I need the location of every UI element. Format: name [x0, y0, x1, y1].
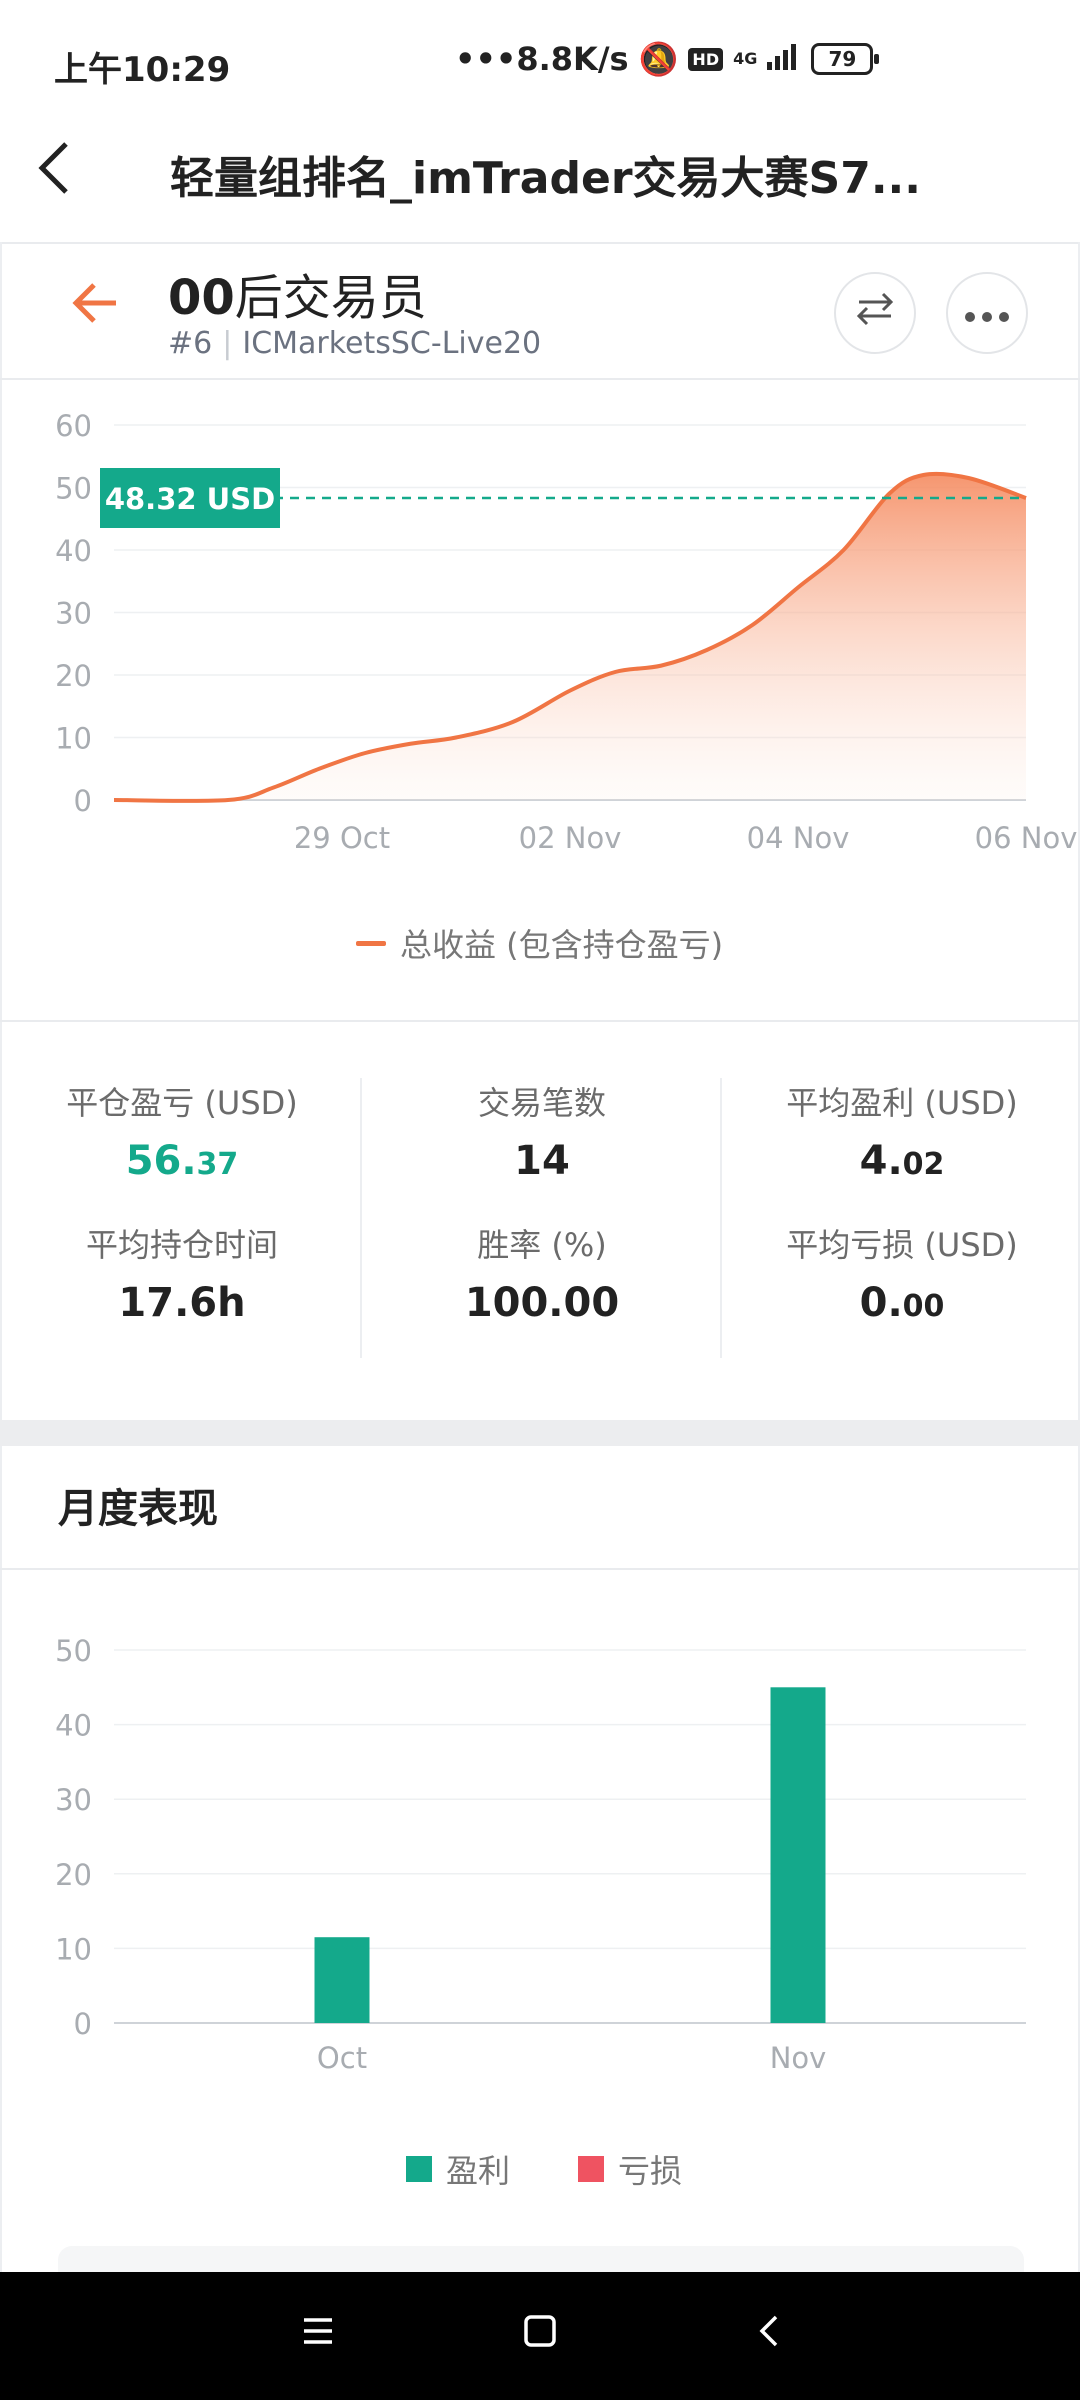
stat-label: 胜率 (%) — [477, 1226, 607, 1264]
stat-value: 14 — [514, 1138, 570, 1184]
y-tick-label: 0 — [74, 2007, 92, 2041]
section-separator — [0, 1420, 1080, 1446]
stat-value-dec: 00 — [902, 1289, 945, 1324]
swap-arrows-icon — [855, 291, 895, 336]
back-icon[interactable] — [34, 138, 94, 198]
stat-value-int: 0. — [859, 1280, 903, 1326]
x-tick-label: Oct — [317, 2041, 367, 2075]
column-divider — [360, 1078, 362, 1358]
y-tick-label: 50 — [55, 1634, 92, 1668]
stat-label: 交易笔数 — [477, 1084, 606, 1122]
y-tick-label: 10 — [55, 722, 92, 756]
switch-button[interactable] — [834, 272, 916, 354]
legend-profit-swatch — [406, 2156, 432, 2182]
home-icon[interactable] — [510, 2310, 570, 2364]
page-title: 轻量组排名_imTrader交易大赛S7... — [170, 153, 921, 204]
trader-rank: #6 — [168, 326, 213, 361]
profit-bar — [770, 1687, 826, 2023]
separator: | — [222, 326, 233, 361]
stat-label: 平均盈利 (USD) — [786, 1084, 1018, 1122]
trader-name: 00后交易员 — [168, 258, 427, 328]
x-tick-label: 06 Nov — [975, 821, 1078, 855]
signal-icon — [767, 40, 801, 78]
equity-chart-legend: 总收益 (包含持仓盈亏) — [356, 920, 723, 966]
legend-loss-swatch — [578, 2156, 605, 2182]
status-icons: •••8.8K/s 🔕 HD 4G 79 — [455, 40, 880, 78]
trader-rank-line: #6 | ICMarketsSC-Live20 — [168, 326, 541, 361]
y-tick-label: 40 — [55, 534, 92, 568]
stat-value-int: 4. — [859, 1138, 903, 1184]
stat-value-int: 56. — [125, 1138, 197, 1184]
stat-avg-loss: 平均亏损 (USD) 0.00 — [732, 1220, 1072, 1326]
monthly-section-title: 月度表现 — [58, 1486, 218, 1532]
stat-label: 平仓盈亏 (USD) — [66, 1084, 298, 1122]
stat-value: 17.6h — [118, 1280, 246, 1326]
divider — [0, 1568, 1080, 1570]
battery-icon: 79 — [811, 43, 880, 75]
more-button[interactable] — [946, 272, 1028, 354]
trader-name-suffix: 后交易员 — [234, 270, 427, 326]
profit-bar — [314, 1937, 370, 2023]
legend-line-icon — [356, 940, 386, 946]
y-tick-label: 20 — [55, 659, 92, 693]
y-tick-label: 30 — [55, 597, 92, 631]
divider — [0, 378, 1080, 380]
y-tick-label: 30 — [55, 1783, 92, 1817]
network-speed: •••8.8K/s — [455, 40, 629, 78]
signal-label: 4G — [733, 49, 758, 68]
monthly-chart: 0 10 20 30 40 50 Oct Nov — [55, 1634, 1026, 2075]
mute-icon: 🔕 — [638, 40, 679, 78]
y-tick-label: 60 — [55, 409, 92, 443]
nav-back-icon[interactable] — [740, 2310, 800, 2364]
stat-value-dec: 37 — [196, 1147, 239, 1182]
column-divider — [720, 1078, 722, 1358]
x-tick-label: 04 Nov — [747, 821, 850, 855]
menu-icon[interactable] — [288, 2310, 348, 2364]
stat-label: 平均亏损 (USD) — [786, 1226, 1018, 1264]
stat-closed-pnl: 平仓盈亏 (USD) 56.37 — [12, 1078, 352, 1184]
equity-chart: 0 10 20 30 40 50 60 29 Oct 02 Nov 04 Nov 06 Nov 48.… — [55, 409, 1078, 855]
status-bar: 上午10:29 •••8.8K/s 🔕 HD 4G 79 — [0, 0, 1080, 120]
trader-name-prefix: 00 — [168, 270, 235, 326]
stat-value: 0.00 — [732, 1280, 1072, 1326]
stat-value: 100.00 — [464, 1280, 620, 1326]
stat-avg-hold-time: 平均持仓时间 17.6h — [12, 1220, 352, 1326]
hd-icon: HD — [688, 47, 724, 71]
x-tick-label: Nov — [770, 2041, 827, 2075]
x-tick-label: 02 Nov — [519, 821, 622, 855]
stat-label: 平均持仓时间 — [85, 1226, 278, 1264]
y-tick-label: 40 — [55, 1709, 92, 1743]
y-tick-label: 20 — [55, 1858, 92, 1892]
monthly-chart-legend: 盈利 亏损 — [406, 2146, 682, 2192]
y-tick-label: 0 — [74, 784, 92, 818]
stat-value: 4.02 — [732, 1138, 1072, 1184]
stat-value-dec: 02 — [902, 1147, 945, 1182]
stat-avg-profit: 平均盈利 (USD) 4.02 — [732, 1078, 1072, 1184]
divider — [0, 242, 1080, 244]
equity-legend-label: 总收益 (包含持仓盈亏) — [400, 926, 724, 964]
divider — [0, 1020, 1080, 1022]
trader-server: ICMarketsSC-Live20 — [242, 326, 542, 361]
stat-trade-count: 交易笔数 14 — [372, 1078, 712, 1184]
y-tick-label: 50 — [55, 472, 92, 506]
status-time: 上午10:29 — [54, 50, 231, 90]
current-value-label: 48.32 USD — [105, 482, 275, 516]
stat-win-rate: 胜率 (%) 100.00 — [372, 1220, 712, 1326]
legend-profit-label: 盈利 — [446, 2152, 511, 2190]
trader-back-arrow-icon[interactable] — [70, 278, 120, 338]
legend-loss-label: 亏损 — [618, 2152, 683, 2190]
y-tick-label: 10 — [55, 1932, 92, 1966]
x-tick-label: 29 Oct — [294, 821, 390, 855]
more-dots-icon — [964, 296, 1010, 331]
stat-value: 56.37 — [12, 1138, 352, 1184]
